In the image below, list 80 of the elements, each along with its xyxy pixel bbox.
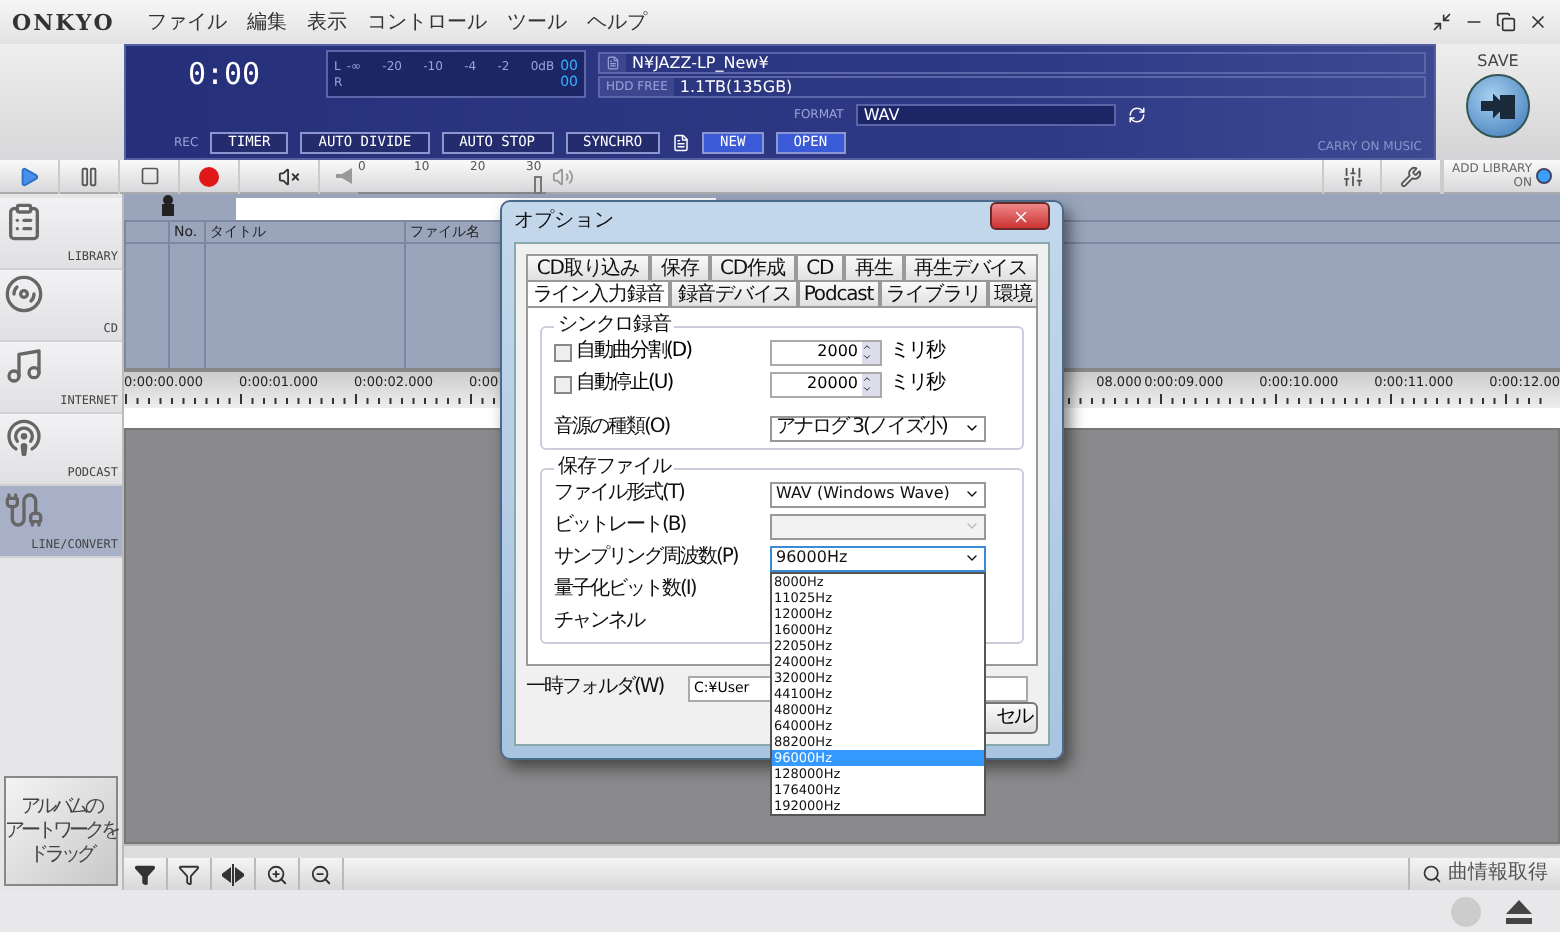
field-label: 量子化ビット数(I) [554,578,698,602]
disabled-circle-icon [1450,895,1482,927]
save-label: SAVE [1477,52,1519,70]
tab[interactable]: CD作成 [709,254,796,280]
select-field[interactable]: WAV (Windows Wave) [770,481,986,507]
eject-button[interactable] [1506,899,1532,923]
menu-item[interactable]: ファイル [146,9,227,35]
document-icon [672,134,691,152]
pause-icon [78,165,100,187]
tab[interactable]: 保存 [649,254,710,280]
status-dot [1536,168,1552,184]
dialog-title: オプション [514,210,614,234]
field-label: 音源の種類(O) [554,416,672,440]
number-field[interactable]: 20000 [770,371,882,397]
tab[interactable]: 環境 [987,280,1039,306]
artwork-drop-area[interactable]: アルバムの アートワークを ドラッグ [4,776,118,886]
restore-icon[interactable] [1496,12,1516,32]
funnel-icon [134,863,156,885]
tab[interactable]: 録音デバイス [670,280,798,306]
field-label: 一時フォルダ(W) [526,676,666,700]
format-field[interactable]: WAV [855,104,1116,126]
record-icon [198,165,220,187]
search-icon [1422,864,1442,884]
artwork-drop-hint: アルバムの アートワークを ドラッグ [5,795,117,867]
zoom-out-icon [310,863,332,885]
group-title: シンクロ録音 [556,314,673,338]
group-title: 保存ファイル [556,456,674,480]
speaker-low-icon [336,168,352,184]
source-select[interactable]: アナログ 3(ノイズ小) [770,415,986,441]
tab[interactable]: 再生デバイス [903,254,1038,280]
hdd-free-value: 1.1TB(135GB) [679,77,793,95]
play-icon [18,165,40,187]
menu-item[interactable]: コントロール [366,9,487,35]
zoom-in-icon [266,863,288,885]
checkbox[interactable]: 自動曲分割(D) [554,340,762,364]
sidebar-item-icon [4,346,44,386]
unit-label: ミリ秒 [890,340,944,364]
number-field[interactable]: 2000 [770,339,882,365]
field-label: サンプリング周波数(P) [554,546,740,570]
volume-thumb[interactable] [534,175,542,193]
stop-icon [139,166,159,186]
field-label: チャンネル [554,610,647,634]
document-icon [606,55,620,69]
sliders-icon [1341,165,1364,187]
sidebar-item-icon [4,274,44,314]
compact-mode-icon[interactable] [1432,12,1452,32]
close-icon[interactable] [1528,12,1548,32]
select-field[interactable]: 96000Hz [770,545,986,571]
tab[interactable]: CD [795,254,845,280]
folder-path: N¥JAZZ-LP_New¥ [632,53,769,71]
menu-item[interactable]: ツール [506,9,567,35]
sidebar-item-icon [4,202,44,242]
menu-item[interactable]: 編集 [246,9,287,35]
split-icon [222,863,244,885]
tab[interactable]: ライン入力録音 [526,280,671,306]
refresh-icon[interactable] [1127,106,1146,124]
horizontal-scrollbar[interactable] [124,844,1560,858]
close-button[interactable] [990,202,1050,230]
save-button[interactable] [1466,74,1530,138]
sidebar-item-icon [4,490,44,530]
menu-item[interactable]: ヘルプ [586,9,647,35]
mute-icon [278,165,300,187]
checkbox[interactable]: 自動停止(U) [554,372,762,396]
field-label: ファイル形式(T) [554,482,686,506]
field-label: ビットレート(B) [554,514,688,538]
tab[interactable]: Podcast [797,280,880,306]
arrow-into-box-icon [1480,92,1516,120]
tab[interactable]: ライブラリ [879,280,988,306]
close-icon [1011,207,1029,225]
unit-label: ミリ秒 [890,372,944,396]
sidebar-item-icon [4,418,44,458]
wrench-icon [1400,165,1423,187]
person-icon [160,194,176,216]
speaker-loud-icon [552,165,574,187]
tab[interactable]: 再生 [844,254,904,280]
tab[interactable]: CD取り込み [526,254,650,280]
time-display: 0:00 [185,56,263,92]
funnel-icon [178,863,200,885]
menu-item[interactable]: 表示 [306,9,347,35]
app-logo: ONKYO [12,9,115,35]
